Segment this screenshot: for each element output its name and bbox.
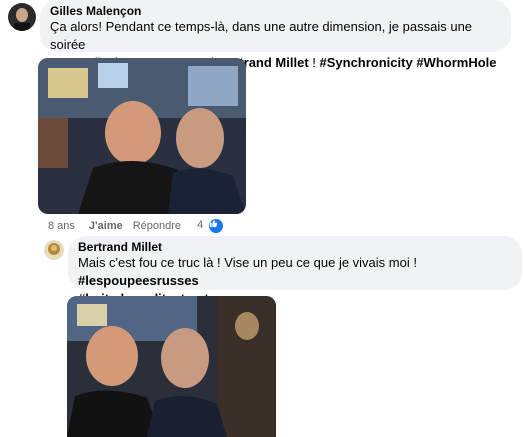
selfie-photo-image — [67, 296, 276, 437]
comment-photo-gilles[interactable] — [38, 58, 246, 214]
comment-text-line1-prefix: Mais c'est fou ce truc là ! Vise un peu … — [78, 255, 417, 270]
comment-author[interactable]: Bertrand Millet — [78, 240, 512, 254]
comment-author[interactable]: Gilles Malençon — [50, 4, 501, 18]
comment-actions-gilles: 8 ans J'aime Répondre 4 — [48, 219, 224, 233]
comment-timestamp[interactable]: 8 ans — [48, 220, 75, 232]
avatar-gilles-image — [8, 3, 36, 31]
reply-button[interactable]: Répondre — [133, 220, 181, 232]
avatar-bertrand[interactable] — [44, 240, 64, 260]
avatar-bertrand-image — [44, 240, 64, 260]
hashtag-synchronicity[interactable]: #Synchronicity — [320, 55, 413, 70]
thumbs-up-icon — [209, 219, 224, 233]
selfie-photo-image — [38, 58, 246, 214]
avatar-gilles[interactable] — [8, 3, 36, 31]
comment-text-sep: ! — [308, 55, 320, 70]
comment-photo-bertrand[interactable] — [67, 296, 276, 437]
comment-bubble-gilles: Gilles Malençon Ça alors! Pendant ce tem… — [40, 0, 511, 70]
comment-bubble-bertrand: Bertrand Millet Mais c'est fou ce truc l… — [68, 236, 522, 306]
likes-summary[interactable]: 4 — [197, 219, 224, 233]
hashtag-whormhole[interactable]: #WhormHole — [416, 55, 496, 70]
comment-text-line1: Ça alors! Pendant ce temps-là, dans une … — [50, 19, 473, 52]
like-button[interactable]: J'aime — [89, 220, 123, 232]
hashtag-lespoupeesrusses[interactable]: #lespoupeesrusses — [78, 273, 199, 288]
likes-count: 4 — [197, 219, 204, 231]
